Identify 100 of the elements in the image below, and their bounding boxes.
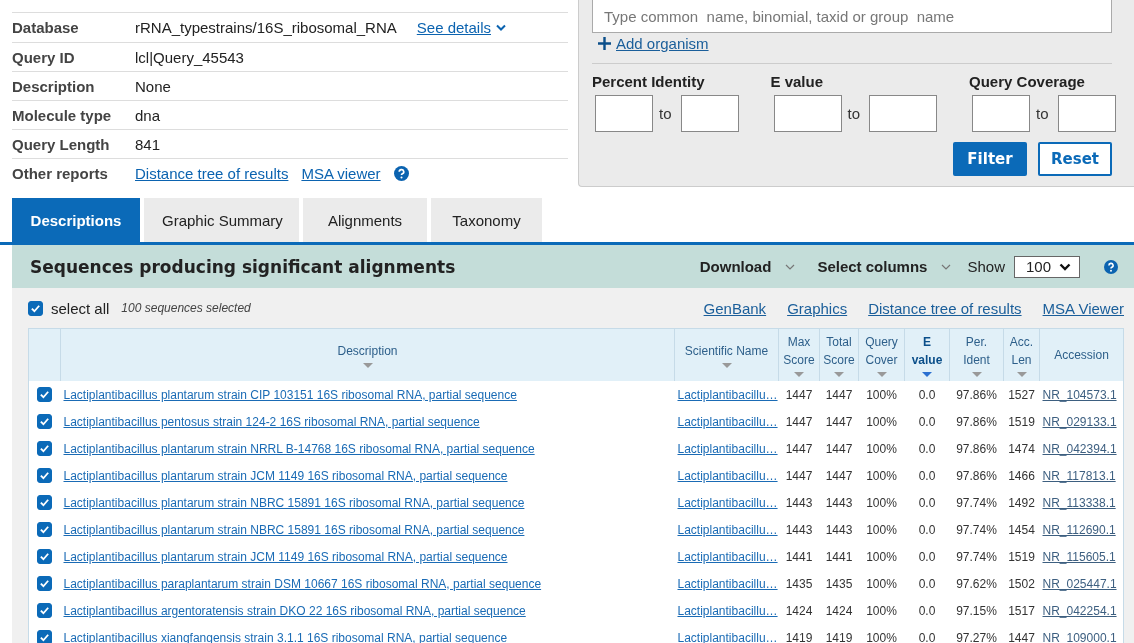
row-checkbox[interactable] [37,630,53,643]
range-field[interactable] [595,95,653,132]
table-cell: 1419 [785,630,813,643]
info-label: Query Length [12,135,111,153]
description-link[interactable]: Lactiplantibacillus plantarum strain JCM 1149 16S ribosomal RNA, partial sequence [63,468,508,483]
scientific-name-link[interactable]: Lactiplantibacillu… [677,576,778,591]
description-link[interactable]: Lactiplantibacillus argentoratensis strain DKO 22 16S ribosomal RNA, partial sequence [63,603,526,618]
organism-field[interactable]: Type common name, binomial, taxid or group name [592,0,1112,33]
range-field[interactable] [773,95,842,132]
scientific-name-link[interactable]: Lactiplantibacillu… [677,522,778,537]
tab[interactable]: Taxonomy [431,198,542,242]
table-cell: 97.74% [956,495,997,510]
scientific-name-link[interactable]: Lactiplantibacillu… [677,603,778,618]
table-cell: 0.0 [918,468,936,483]
row-checkbox[interactable] [37,414,53,430]
info-label: Description [12,77,96,95]
table-cell: 0.0 [918,414,936,429]
range-field[interactable] [972,95,1031,132]
report-link[interactable]: MSA Viewer [1042,299,1124,317]
info-label: Database [12,19,80,36]
description-link[interactable]: Lactiplantibacillus plantarum strain NBRC 15891 16S ribosomal RNA, partial sequence [63,522,525,537]
table-cell: 100% [866,441,897,456]
table-cell: 1519 [1008,414,1035,429]
accession-link[interactable]: NR_104573.1 [1042,387,1117,402]
row-checkbox[interactable] [37,522,53,538]
sort-arrow-icon[interactable] [876,372,887,377]
accession-link[interactable]: NR_115605.1 [1042,549,1116,564]
report-link[interactable]: MSA viewer [301,164,381,182]
accession-link[interactable]: NR_117813.1 [1042,468,1116,483]
table-cell: 100% [866,549,897,564]
report-link[interactable]: Distance tree of results [868,299,1022,317]
range-label: Query Coverage [969,73,1086,90]
description-link[interactable]: Lactiplantibacillus plantarum strain JCM 1149 16S ribosomal RNA, partial sequence [63,549,508,564]
accession-link[interactable]: NR_029133.1 [1042,414,1117,429]
report-link[interactable]: Graphics [787,299,848,317]
show-select[interactable]: 100 [1013,255,1080,278]
select-columns-menu[interactable]: Select columns [817,258,952,275]
accession-link[interactable]: NR_113338.1 [1042,495,1116,510]
table-cell: 1466 [1008,468,1035,483]
accession-link[interactable]: NR_112690.1 [1042,522,1116,537]
column-header[interactable]: Description [337,342,398,360]
tab[interactable]: Descriptions [12,198,140,242]
sort-arrow-icon[interactable] [922,372,932,377]
table-cell: 1447 [1008,630,1035,643]
report-link[interactable]: See details [416,19,506,36]
to-label: to [659,105,672,122]
add-organism-link[interactable]: Add organism [598,35,709,52]
scientific-name-link[interactable]: Lactiplantibacillu… [677,495,778,510]
accession-link[interactable]: NR_042254.1 [1042,603,1117,618]
scientific-name-link[interactable]: Lactiplantibacillu… [677,468,778,483]
row-checkbox[interactable] [37,495,53,511]
report-link[interactable]: GenBank [703,299,767,317]
row-checkbox[interactable] [37,468,53,484]
table-cell: 1443 [785,522,813,537]
accession-link[interactable]: NR_042394.1 [1042,441,1117,456]
tab[interactable]: Alignments [303,198,427,242]
table-cell: 100% [866,468,897,483]
info-label: Molecule type [12,106,113,124]
range-field[interactable] [680,95,739,132]
help-icon[interactable] [1104,259,1118,274]
sort-arrow-icon[interactable] [971,372,982,377]
accession-link[interactable]: NR_109000.1 [1042,630,1117,643]
download-menu[interactable]: Download [699,258,796,275]
row-checkbox[interactable] [37,387,53,403]
description-link[interactable]: Lactiplantibacillus plantarum strain CIP 103151 16S ribosomal RNA, partial sequence [63,387,517,402]
description-link[interactable]: Lactiplantibacillus plantarum strain NRRL B-14768 16S ribosomal RNA, partial sequence [63,441,535,456]
scientific-name-link[interactable]: Lactiplantibacillu… [677,414,778,429]
range-field[interactable] [1057,95,1116,132]
table-cell: 0.0 [918,522,936,537]
range-field[interactable] [869,95,938,132]
sort-arrow-icon[interactable] [794,372,804,377]
description-link[interactable]: Lactiplantibacillus paraplantarum strain DSM 10667 16S ribosomal RNA, partial sequence [63,576,542,591]
description-link[interactable]: Lactiplantibacillus pentosus strain 124-2 16S ribosomal RNA, partial sequence [63,414,480,429]
tab[interactable]: Graphic Summary [144,198,299,242]
info-label: Query ID [12,48,76,66]
table-cell: 1447 [785,441,813,456]
filter-button[interactable]: Filter [953,142,1027,176]
reset-button[interactable]: Reset [1038,142,1112,176]
row-checkbox[interactable] [37,441,53,457]
select-all-checkbox[interactable] [28,300,43,316]
scientific-name-link[interactable]: Lactiplantibacillu… [677,441,778,456]
row-checkbox[interactable] [37,603,53,619]
accession-link[interactable]: NR_025447.1 [1042,576,1117,591]
table-cell: 97.74% [956,522,997,537]
row-checkbox[interactable] [37,549,53,565]
sort-arrow-icon[interactable] [1016,372,1027,377]
scientific-name-link[interactable]: Lactiplantibacillu… [677,549,778,564]
range-label: E value [770,73,825,90]
sort-arrow-icon[interactable] [834,372,844,377]
report-link[interactable]: Distance tree of results [135,164,289,182]
scientific-name-link[interactable]: Lactiplantibacillu… [677,387,778,402]
selection-count: 100 sequences selected [121,301,251,315]
help-icon[interactable] [393,165,409,181]
row-checkbox[interactable] [37,576,53,592]
sort-arrow-icon[interactable] [721,363,732,368]
description-link[interactable]: Lactiplantibacillus plantarum strain NBRC 15891 16S ribosomal RNA, partial sequence [63,495,525,510]
chevron-down-icon [1059,262,1071,271]
sort-arrow-icon[interactable] [362,363,373,368]
table-cell: 1443 [825,495,853,510]
table-cell: 97.86% [956,387,997,402]
